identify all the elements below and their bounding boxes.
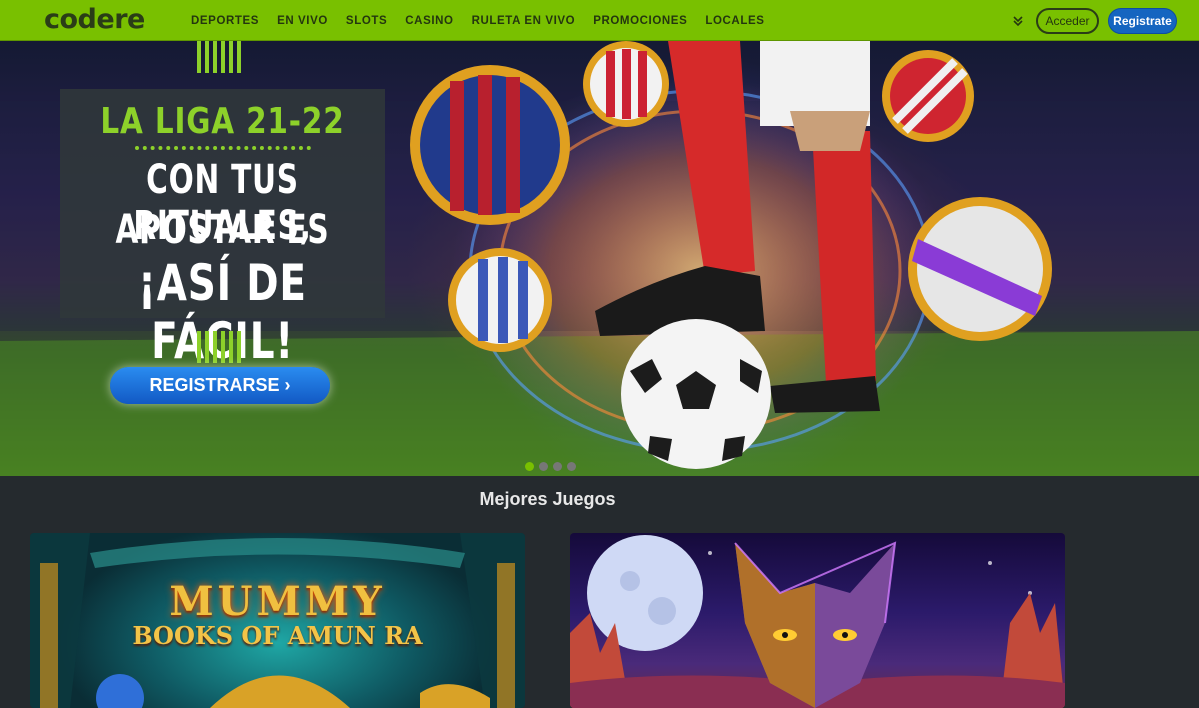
top-navigation-bar: codere DEPORTES EN VIVO SLOTS CASINO RUL…	[0, 0, 1199, 41]
carousel-dot-3[interactable]	[553, 462, 562, 471]
promo-line-3: APOSTAR ES	[115, 207, 330, 253]
mummy-game-title: MUMMY	[169, 578, 386, 625]
nav-item-ruleta-en-vivo[interactable]: RULETA EN VIVO	[472, 15, 576, 27]
nav-item-slots[interactable]: SLOTS	[346, 15, 387, 27]
decor-stripes-top	[197, 41, 245, 73]
register-cta-button[interactable]: REGISTRARSE ›	[110, 367, 330, 404]
game-card-mummy-books-of-amun-ra[interactable]: MUMMY BOOKS OF AMUN RA	[30, 533, 525, 708]
nav-item-deportes[interactable]: DEPORTES	[191, 15, 259, 27]
carousel-dots	[525, 462, 576, 471]
decor-stripes-bottom	[197, 331, 245, 363]
codere-logo[interactable]: codere	[44, 4, 145, 36]
register-button[interactable]: Registrate	[1108, 8, 1177, 34]
nav-item-locales[interactable]: LOCALES	[705, 15, 764, 27]
game-card-wolf-slot[interactable]	[570, 533, 1065, 708]
nav-item-casino[interactable]: CASINO	[405, 15, 453, 27]
mummy-game-subtitle: BOOKS OF AMUN RA	[132, 621, 423, 650]
carousel-dot-4[interactable]	[567, 462, 576, 471]
carousel-dot-2[interactable]	[539, 462, 548, 471]
nav-item-en-vivo[interactable]: EN VIVO	[277, 15, 328, 27]
wolf-game-artwork	[570, 535, 1065, 708]
promo-headline-liga: LA LIGA 21-22	[100, 101, 345, 142]
nav-item-promociones[interactable]: PROMOCIONES	[593, 15, 687, 27]
carousel-dot-1[interactable]	[525, 462, 534, 471]
promo-dotted-divider	[135, 146, 311, 150]
chevron-double-down-icon[interactable]	[1010, 13, 1026, 29]
login-button[interactable]: Acceder	[1036, 8, 1099, 34]
promo-text-panel: LA LIGA 21-22 CON TUS RITUALES, APOSTAR …	[60, 89, 385, 370]
section-title-mejores-juegos: Mejores Juegos	[479, 489, 616, 509]
main-nav: DEPORTES EN VIVO SLOTS CASINO RULETA EN …	[191, 0, 765, 41]
hero-banner[interactable]: LA LIGA 21-22 CON TUS RITUALES, APOSTAR …	[0, 41, 1199, 476]
